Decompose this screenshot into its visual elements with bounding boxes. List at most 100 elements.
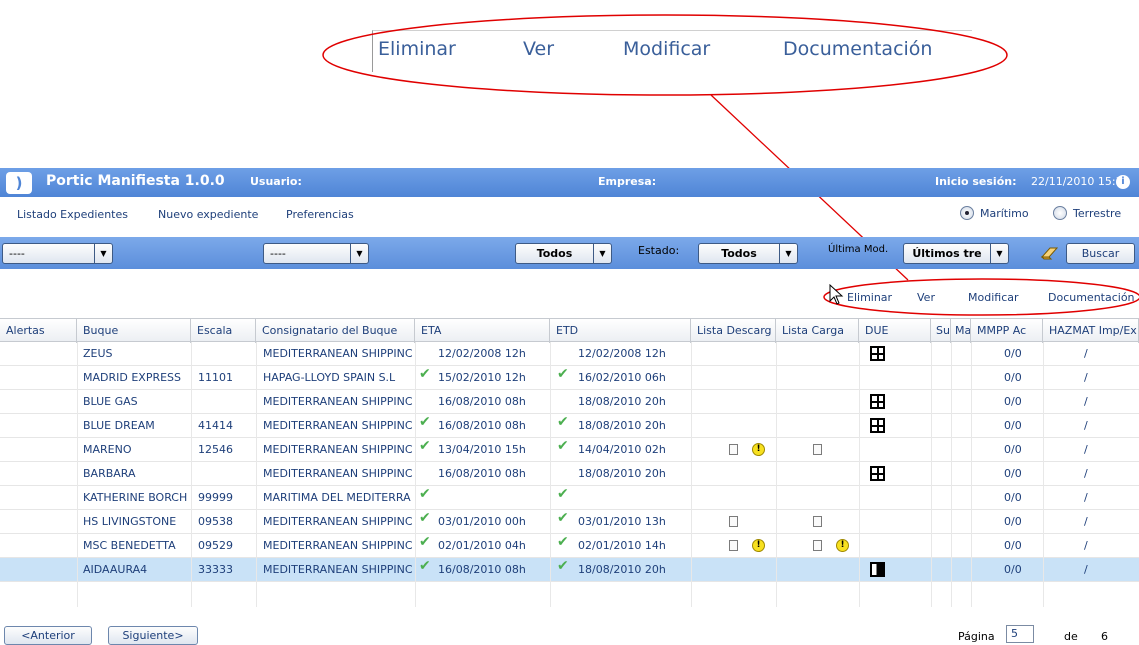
- cell-escala: 41414: [198, 419, 233, 432]
- cell-eta: 13/04/2010 15h: [438, 443, 526, 456]
- chevron-down-icon[interactable]: ▼: [779, 244, 797, 263]
- radio-unchecked-icon[interactable]: [1053, 206, 1067, 220]
- cell-mmpp: 0/0: [1004, 539, 1022, 552]
- radio-checked-icon[interactable]: [960, 206, 974, 220]
- action-eliminar[interactable]: Eliminar: [847, 291, 892, 304]
- filter-select-2[interactable]: ---- ▼: [263, 243, 369, 264]
- document-icon[interactable]: [813, 516, 822, 527]
- page-number-input[interactable]: 5: [1006, 625, 1034, 643]
- col-eta[interactable]: ETA: [415, 319, 550, 343]
- due-grid-icon[interactable]: [870, 346, 885, 361]
- cell-etd: 18/08/2010 20h: [578, 419, 666, 432]
- nav-nuevo-expediente[interactable]: Nuevo expediente: [158, 208, 258, 221]
- due-grid-icon[interactable]: [870, 418, 885, 433]
- cell-escala: 11101: [198, 371, 233, 384]
- radio-maritimo[interactable]: Marítimo: [960, 206, 1029, 220]
- table-row[interactable]: MADRID EXPRESS 11101 HAPAG-LLOYD SPAIN S.L…: [0, 366, 1139, 390]
- col-lista-carga[interactable]: Lista Carga: [776, 319, 859, 343]
- column-divider: [691, 342, 692, 607]
- filter-select-1[interactable]: ---- ▼: [2, 243, 113, 264]
- col-su[interactable]: Su: [931, 319, 951, 343]
- action-ver[interactable]: Ver: [917, 291, 935, 304]
- cell-buque: AIDAAURA4: [83, 563, 148, 576]
- cell-mmpp: 0/0: [1004, 419, 1022, 432]
- col-escala[interactable]: Escala: [191, 319, 256, 343]
- table-row[interactable]: KATHERINE BORCH 99999 MARITIMA DEL MEDITER…: [0, 486, 1139, 510]
- column-divider: [415, 342, 416, 607]
- estado-select[interactable]: Todos ▼: [698, 243, 798, 264]
- cell-escala: 09529: [198, 539, 233, 552]
- eraser-icon[interactable]: [1040, 245, 1060, 261]
- chevron-down-icon[interactable]: ▼: [990, 244, 1008, 263]
- warning-icon[interactable]: !: [836, 539, 849, 552]
- chevron-down-icon[interactable]: ▼: [94, 244, 112, 263]
- table-row[interactable]: MARENO 12546 MEDITERRANEAN SHIPPINC ✔ 13/04/…: [0, 438, 1139, 462]
- nav-listado-expedientes[interactable]: Listado Expedientes: [17, 208, 128, 221]
- col-consignatario[interactable]: Consignatario del Buque: [256, 319, 415, 343]
- cell-hazmat: /: [1084, 371, 1088, 384]
- document-icon[interactable]: [729, 444, 738, 455]
- check-icon: ✔: [557, 510, 569, 526]
- table-row[interactable]: HS LIVINGSTONE 09538 MEDITERRANEAN SHIPPIN…: [0, 510, 1139, 534]
- col-lista-descarga[interactable]: Lista Descarg: [691, 319, 776, 343]
- app-title: Portic Manifiesta 1.0.0: [46, 173, 225, 189]
- buscar-button[interactable]: Buscar: [1066, 243, 1135, 264]
- col-buque[interactable]: Buque: [77, 319, 191, 343]
- cell-mmpp: 0/0: [1004, 563, 1022, 576]
- filter-bar: ---- ▼ ---- ▼ Todos ▼ Estado: Todos ▼ Úl…: [0, 237, 1139, 269]
- cell-escala: [198, 462, 253, 486]
- check-icon: ✔: [419, 558, 431, 574]
- app-header: ) Portic Manifiesta 1.0.0 Usuario: Empre…: [0, 168, 1139, 197]
- action-documentacion[interactable]: Documentación: [1048, 291, 1135, 304]
- cell-consignatario: MEDITERRANEAN SHIPPINC: [263, 563, 413, 576]
- filter-select-1-value: ----: [9, 247, 25, 260]
- col-etd[interactable]: ETD: [550, 319, 691, 343]
- warning-icon[interactable]: !: [752, 443, 765, 456]
- document-icon[interactable]: [813, 540, 822, 551]
- ultima-mod-select[interactable]: Últimos tre ▼: [903, 243, 1009, 264]
- anterior-button[interactable]: <Anterior: [4, 626, 92, 645]
- filter-todos-select[interactable]: Todos ▼: [515, 243, 612, 264]
- action-modificar[interactable]: Modificar: [968, 291, 1019, 304]
- col-due[interactable]: DUE: [859, 319, 931, 343]
- table-row[interactable]: BARBARA MEDITERRANEAN SHIPPINC 16/08/2010 …: [0, 462, 1139, 486]
- cell-eta: 16/08/2010 08h: [438, 467, 526, 480]
- cell-eta: [438, 486, 548, 510]
- check-icon: ✔: [557, 414, 569, 430]
- nav-preferencias[interactable]: Preferencias: [286, 208, 354, 221]
- cell-etd: 18/08/2010 20h: [578, 563, 666, 576]
- document-icon[interactable]: [729, 540, 738, 551]
- cell-consignatario: MARITIMA DEL MEDITERRA: [263, 491, 411, 504]
- cell-mmpp: 0/0: [1004, 491, 1022, 504]
- document-icon[interactable]: [729, 516, 738, 527]
- due-half-icon[interactable]: [870, 562, 885, 577]
- table-row[interactable]: AIDAAURA4 33333 MEDITERRANEAN SHIPPINC ✔ 16/…: [0, 558, 1139, 582]
- warning-icon[interactable]: !: [752, 539, 765, 552]
- cell-etd: 02/01/2010 14h: [578, 539, 666, 552]
- info-icon[interactable]: i: [1116, 175, 1130, 189]
- due-grid-icon[interactable]: [870, 466, 885, 481]
- col-alertas[interactable]: Alertas: [0, 319, 77, 343]
- col-mmpp[interactable]: MMPP Ac: [971, 319, 1043, 343]
- col-hazmat[interactable]: HAZMAT Imp/Ex: [1043, 319, 1139, 343]
- cell-etd: [578, 486, 688, 510]
- radio-terrestre[interactable]: Terrestre: [1053, 206, 1121, 220]
- table-row[interactable]: ZEUS MEDITERRANEAN SHIPPINC 12/02/2008 12h…: [0, 342, 1139, 366]
- inicio-sesion-label: Inicio sesión:: [935, 175, 1017, 188]
- due-grid-icon[interactable]: [870, 394, 885, 409]
- cell-mmpp: 0/0: [1004, 347, 1022, 360]
- col-ma[interactable]: Ma: [951, 319, 971, 343]
- cell-consignatario: MEDITERRANEAN SHIPPINC: [263, 539, 413, 552]
- zoom-documentacion: Documentación: [783, 38, 933, 60]
- siguiente-button[interactable]: Siguiente>: [108, 626, 198, 645]
- logo: ): [0, 168, 38, 197]
- cell-hazmat: /: [1084, 347, 1088, 360]
- chevron-down-icon[interactable]: ▼: [593, 244, 611, 263]
- table-row[interactable]: MSC BENEDETTA 09529 MEDITERRANEAN SHIPPINC…: [0, 534, 1139, 558]
- cell-hazmat: /: [1084, 563, 1088, 576]
- cell-mmpp: 0/0: [1004, 371, 1022, 384]
- chevron-down-icon[interactable]: ▼: [350, 244, 368, 263]
- table-row[interactable]: BLUE GAS MEDITERRANEAN SHIPPINC 16/08/2010…: [0, 390, 1139, 414]
- document-icon[interactable]: [813, 444, 822, 455]
- table-row[interactable]: BLUE DREAM 41414 MEDITERRANEAN SHIPPINC ✔ 16…: [0, 414, 1139, 438]
